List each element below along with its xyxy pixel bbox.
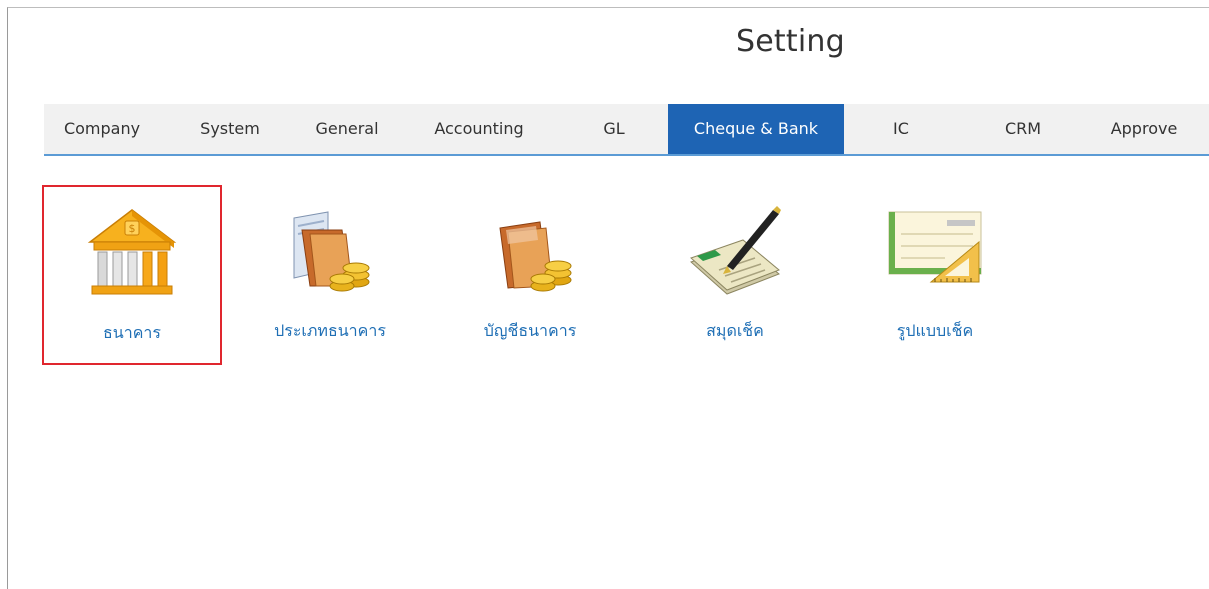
tab-cheque-bank[interactable]: Cheque & Bank <box>668 104 844 154</box>
tile-chequebook[interactable]: สมุดเช็ค <box>645 185 825 365</box>
tile-label-bank-type: ประเภทธนาคาร <box>274 321 386 340</box>
settings-tab-bar: Company System General Accounting GL Che… <box>44 104 1209 156</box>
tab-system[interactable]: System <box>180 104 280 154</box>
bank-type-folder-coins-icon <box>293 211 370 292</box>
tab-ic[interactable]: IC <box>856 104 946 154</box>
tab-gl[interactable]: GL <box>569 104 659 154</box>
chequebook-pen-icon <box>690 206 781 295</box>
cheque-format-ruler-icon <box>888 211 982 283</box>
tile-bank-account[interactable]: บัญชีธนาคาร <box>440 185 620 365</box>
tile-cheque-format[interactable]: รูปแบบเช็ค <box>845 185 1025 365</box>
tile-label-bank-account: บัญชีธนาคาร <box>483 321 577 340</box>
tab-approve[interactable]: Approve <box>1094 104 1194 154</box>
tile-label-cheque-format: รูปแบบเช็ค <box>896 321 974 340</box>
bank-account-folder-coins-icon <box>499 221 572 292</box>
tile-label-bank: ธนาคาร <box>103 323 161 342</box>
tile-bank-type[interactable]: ประเภทธนาคาร <box>240 185 420 365</box>
tab-crm[interactable]: CRM <box>978 104 1068 154</box>
tab-company[interactable]: Company <box>52 104 152 154</box>
tab-accounting[interactable]: Accounting <box>414 104 544 154</box>
bank-building-icon: $ <box>87 209 177 295</box>
svg-text:$: $ <box>129 222 136 235</box>
tile-bank[interactable]: $ ธนาคาร <box>42 185 222 365</box>
tab-general[interactable]: General <box>297 104 397 154</box>
tile-label-chequebook: สมุดเช็ค <box>706 321 764 340</box>
page-title: Setting <box>736 24 845 59</box>
